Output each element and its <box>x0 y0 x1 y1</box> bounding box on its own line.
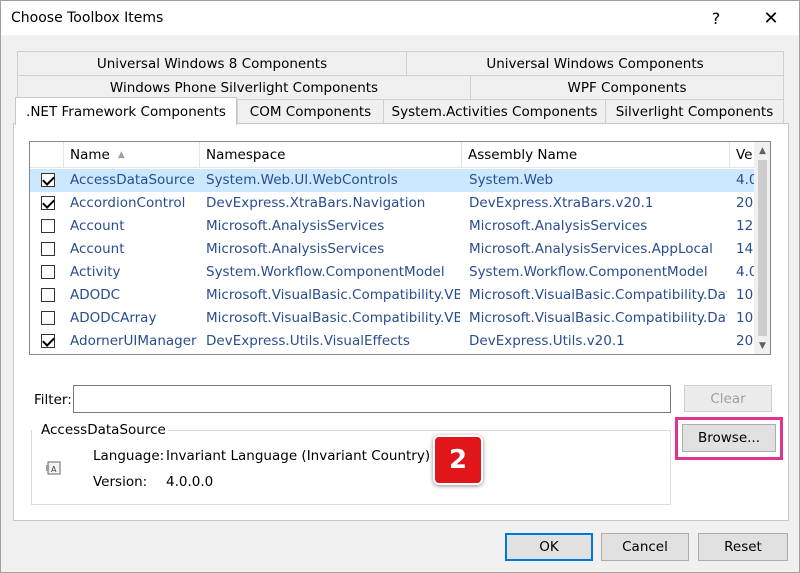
window-title: Choose Toolbox Items <box>11 10 164 26</box>
list-header: Name ▲ Namespace Assembly Name Ve <box>30 142 754 168</box>
column-header-version[interactable]: Ve <box>730 142 754 168</box>
title-bar: Choose Toolbox Items ? ✕ <box>1 1 799 35</box>
row-name: Account <box>70 241 125 257</box>
row-assembly: DevExpress.XtraBars.v20.1 <box>469 195 654 211</box>
row-assembly: Microsoft.VisualBasic.Compatibility.Data <box>469 310 727 326</box>
row-version: 4.0 <box>736 172 754 188</box>
column-header-assembly[interactable]: Assembly Name <box>462 142 730 168</box>
choose-toolbox-items-dialog: Choose Toolbox Items ? ✕ Universal Windo… <box>0 0 800 573</box>
row-namespace: Microsoft.VisualBasic.Compatibility.VB6 <box>206 287 460 303</box>
row-checkbox[interactable] <box>41 173 55 187</box>
row-checkbox[interactable] <box>41 242 55 256</box>
row-name: AccordionControl <box>70 195 186 211</box>
tab-com[interactable]: COM Components <box>237 99 384 123</box>
row-name: Activity <box>70 264 121 280</box>
version-value: 4.0.0.0 <box>166 474 214 490</box>
help-button[interactable]: ? <box>693 1 739 35</box>
tab-silverlight[interactable]: Silverlight Components <box>605 99 784 123</box>
table-row[interactable]: Activity System.Workflow.ComponentModel Sy… <box>30 261 754 284</box>
step-number-badge: 2 <box>433 435 483 485</box>
browse-button[interactable]: Browse... <box>682 424 776 452</box>
filter-input[interactable] <box>73 385 671 413</box>
row-namespace: DevExpress.XtraBars.Navigation <box>206 195 426 211</box>
svg-text:A: A <box>51 465 57 474</box>
row-checkbox[interactable] <box>41 334 55 348</box>
row-namespace: System.Web.UI.WebControls <box>206 172 398 188</box>
row-assembly: Microsoft.AnalysisServices <box>469 218 648 234</box>
table-row[interactable]: ADODCArray Microsoft.VisualBasic.Compatib… <box>30 307 754 330</box>
row-checkbox[interactable] <box>41 196 55 210</box>
component-icon: A <box>46 461 61 475</box>
row-name: Account <box>70 218 125 234</box>
row-name: AdornerUIManager <box>70 333 197 349</box>
row-version: 12 <box>736 218 754 234</box>
row-assembly: Microsoft.AnalysisServices.AppLocal <box>469 241 713 257</box>
table-row[interactable]: ADODC Microsoft.VisualBasic.Compatibility… <box>30 284 754 307</box>
tab-universal-windows-8[interactable]: Universal Windows 8 Components <box>17 51 407 75</box>
column-header-namespace[interactable]: Namespace <box>200 142 462 168</box>
row-namespace: System.Workflow.ComponentModel <box>206 264 445 280</box>
language-value: Invariant Language (Invariant Country) <box>166 448 431 464</box>
row-checkbox[interactable] <box>41 265 55 279</box>
table-row[interactable]: AdornerUIManager DevExpress.Utils.VisualE… <box>30 330 754 353</box>
row-name: AccessDataSource <box>70 172 195 188</box>
row-version: 10 <box>736 310 754 326</box>
row-name: ADODCArray <box>70 310 157 326</box>
component-list[interactable]: Name ▲ Namespace Assembly Name Ve AccessD… <box>29 141 771 355</box>
row-version: 20 <box>736 195 754 211</box>
details-group-border <box>161 430 671 431</box>
version-label: Version: <box>93 474 148 490</box>
row-checkbox[interactable] <box>41 288 55 302</box>
table-row[interactable]: Account Microsoft.AnalysisServices Microso… <box>30 215 754 238</box>
row-checkbox[interactable] <box>41 311 55 325</box>
reset-button[interactable]: Reset <box>698 533 788 561</box>
tab-wpf[interactable]: WPF Components <box>470 75 784 99</box>
table-row[interactable]: AccordionControl DevExpress.XtraBars.Navi… <box>30 192 754 215</box>
tab-universal-windows[interactable]: Universal Windows Components <box>406 51 784 75</box>
row-assembly: System.Workflow.ComponentModel <box>469 264 708 280</box>
close-button[interactable]: ✕ <box>748 1 794 35</box>
row-assembly: DevExpress.Utils.v20.1 <box>469 333 625 349</box>
scroll-up-icon[interactable]: ▲ <box>754 142 770 159</box>
row-namespace: Microsoft.VisualBasic.Compatibility.VB6 <box>206 310 460 326</box>
row-namespace: DevExpress.Utils.VisualEffects <box>206 333 410 349</box>
row-assembly: System.Web <box>469 172 554 188</box>
vertical-scrollbar[interactable]: ▲ ▼ <box>754 142 770 354</box>
row-assembly: Microsoft.VisualBasic.Compatibility.Data <box>469 287 727 303</box>
sort-ascending-icon: ▲ <box>117 150 125 160</box>
ok-button[interactable]: OK <box>505 533 593 561</box>
column-header-check[interactable] <box>30 142 64 168</box>
row-version: 4.0 <box>736 264 754 280</box>
scroll-thumb[interactable] <box>758 160 767 336</box>
column-header-name[interactable]: Name ▲ <box>64 142 200 168</box>
tab-net-framework[interactable]: .NET Framework Components <box>15 97 237 125</box>
scroll-down-icon[interactable]: ▼ <box>754 337 770 354</box>
cancel-button[interactable]: Cancel <box>601 533 689 561</box>
table-row[interactable]: Account Microsoft.AnalysisServices Microso… <box>30 238 754 261</box>
tab-system-activities[interactable]: System.Activities Components <box>383 99 606 123</box>
row-namespace: Microsoft.AnalysisServices <box>206 218 385 234</box>
row-name: ADODC <box>70 287 121 303</box>
row-version: 20 <box>736 333 754 349</box>
tab-windows-phone-silverlight[interactable]: Windows Phone Silverlight Components <box>17 75 471 99</box>
details-caption: AccessDataSource <box>39 422 168 438</box>
row-namespace: Microsoft.AnalysisServices <box>206 241 385 257</box>
filter-label: Filter: <box>34 392 72 408</box>
row-version: 14 <box>736 241 754 257</box>
language-label: Language: <box>93 448 165 464</box>
table-row[interactable]: AccessDataSource System.Web.UI.WebControl… <box>30 169 754 192</box>
clear-button[interactable]: Clear <box>684 385 772 412</box>
details-group <box>31 430 671 505</box>
row-checkbox[interactable] <box>41 219 55 233</box>
row-version: 10 <box>736 287 754 303</box>
